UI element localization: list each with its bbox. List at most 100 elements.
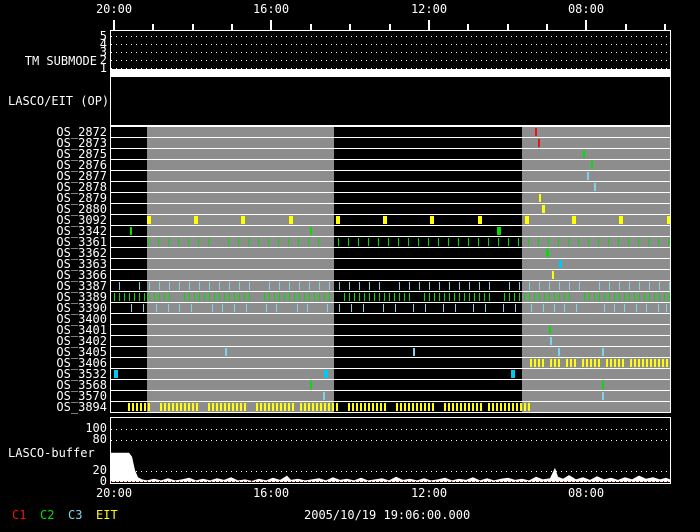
event-tick-c3 (359, 282, 360, 290)
event-tick-c2 (359, 293, 360, 301)
event-tick-c3 (191, 304, 192, 312)
event-tick-eit (598, 359, 600, 367)
event-tick-eit (308, 403, 310, 411)
event-tick-c3 (425, 304, 426, 312)
event-tick-c2 (219, 293, 220, 301)
event-tick-c2 (288, 238, 289, 246)
event-tick-c3 (229, 282, 230, 290)
event-tick-eit (136, 403, 138, 411)
event-tick-eit (550, 359, 552, 367)
observing-window-shading (522, 391, 670, 401)
event-tick-c3 (485, 304, 486, 312)
event-tick-eit (606, 359, 608, 367)
event-tick-c2 (649, 293, 650, 301)
event-tick-c2 (404, 293, 405, 301)
lasco-eit-op-panel (110, 76, 671, 126)
event-tick-eit (176, 403, 178, 411)
event-tick-eit (424, 403, 426, 411)
event-tick-eit (228, 403, 230, 411)
observing-window-shading (522, 215, 670, 225)
event-tick-c2 (148, 238, 149, 246)
observing-window-shading (522, 149, 670, 159)
event-tick-c2 (664, 293, 665, 301)
event-tick-c2 (194, 293, 195, 301)
event-tick-eit (558, 359, 560, 367)
event-tick-c2 (539, 293, 540, 301)
event-tick-c3 (543, 304, 544, 312)
observing-window-shading (522, 336, 670, 346)
event-tick-eit (570, 359, 572, 367)
event-tick-eit (646, 359, 648, 367)
event-tick-eit (430, 216, 434, 224)
event-tick-eit (542, 359, 544, 367)
event-tick-c2 (654, 293, 655, 301)
legend-item-c2: C2 (40, 508, 55, 522)
event-tick-c2 (158, 238, 159, 246)
event-tick-eit (534, 359, 536, 367)
event-tick-c2 (329, 293, 330, 301)
event-tick-eit (300, 403, 302, 411)
event-tick-c2 (319, 293, 320, 301)
event-tick-c2 (488, 238, 489, 246)
event-tick-eit (472, 403, 474, 411)
event-tick-c1 (538, 139, 540, 147)
event-tick-c2 (314, 293, 315, 301)
event-tick-c2 (189, 293, 190, 301)
event-tick-eit (420, 403, 422, 411)
event-tick-eit (590, 359, 592, 367)
observing-window-shading (522, 402, 670, 412)
event-tick-c2 (599, 293, 600, 301)
event-tick-c3 (587, 172, 589, 180)
event-tick-c2 (324, 293, 325, 301)
event-tick-c2 (608, 238, 609, 246)
event-tick-c3 (515, 304, 516, 312)
event-tick-c2 (474, 293, 475, 301)
event-tick-c2 (209, 293, 210, 301)
event-tick-eit (654, 359, 656, 367)
event-tick-eit (618, 359, 620, 367)
event-tick-eit (512, 403, 514, 411)
observing-window-shading (522, 281, 670, 291)
event-tick-eit (666, 359, 668, 367)
os-row (111, 380, 670, 391)
event-tick-eit (128, 403, 130, 411)
event-tick-eit (352, 403, 354, 411)
buffer-curve (111, 452, 670, 482)
timestamp: 2005/10/19 19:06:00.000 (304, 508, 471, 522)
event-tick-eit (304, 403, 306, 411)
event-tick-eit (667, 216, 670, 224)
buffer-axis-label: 0 (99, 474, 107, 488)
event-tick-eit (288, 403, 290, 411)
event-tick-c2 (294, 293, 295, 301)
os-row-label: OS_3894 (56, 400, 107, 414)
event-tick-eit (144, 403, 146, 411)
event-tick-eit (404, 403, 406, 411)
event-tick-eit (272, 403, 274, 411)
event-tick-c2 (524, 293, 525, 301)
event-tick-eit (586, 359, 588, 367)
observing-window-shading (147, 138, 334, 148)
event-tick-eit (160, 403, 162, 411)
event-tick-c3 (189, 282, 190, 290)
event-tick-eit (468, 403, 470, 411)
event-tick-eit (416, 403, 418, 411)
observing-window-shading (147, 391, 334, 401)
event-tick-c2 (278, 238, 279, 246)
event-tick-eit (147, 216, 151, 224)
observing-window-shading (522, 160, 670, 170)
event-tick-c2 (379, 293, 380, 301)
event-tick-c3 (323, 392, 325, 400)
event-tick-c2 (154, 293, 155, 301)
observing-window-shading (147, 347, 334, 357)
event-tick-c2 (569, 293, 570, 301)
event-tick-c2 (308, 238, 309, 246)
observing-window-shading (522, 193, 670, 203)
event-tick-c2 (546, 249, 549, 257)
observing-window-shading (147, 127, 334, 137)
event-tick-c3 (413, 348, 415, 356)
event-tick-c2 (468, 238, 469, 246)
event-tick-c1 (535, 128, 537, 136)
observing-window-shading (522, 138, 670, 148)
event-tick-c3 (564, 304, 565, 312)
event-tick-c2 (358, 238, 359, 246)
